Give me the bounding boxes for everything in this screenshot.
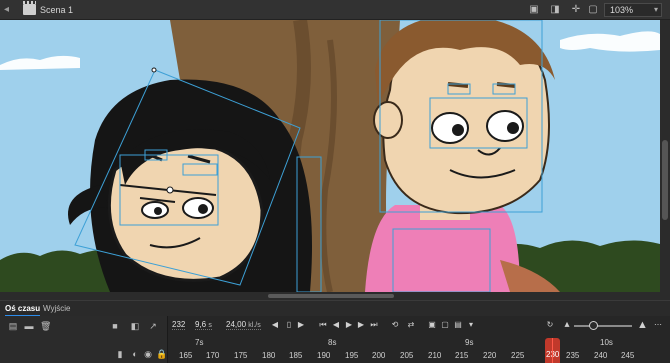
fps-unit: kl./s bbox=[248, 322, 261, 329]
zoom-value: 103% bbox=[610, 5, 634, 15]
fps-value: 24,00 bbox=[226, 320, 247, 329]
onion-options-icon[interactable]: ▾ bbox=[466, 320, 476, 330]
layer-depth-icon[interactable]: ◧ bbox=[130, 321, 140, 331]
fps-field[interactable]: 24,00 kl./s bbox=[226, 320, 261, 330]
fit-icon[interactable]: ▢ bbox=[587, 4, 599, 16]
frame-number: 215 bbox=[455, 351, 469, 360]
second-marker: 10s bbox=[600, 338, 613, 347]
step-forward-icon[interactable]: ▶ bbox=[356, 320, 366, 330]
frame-number: 220 bbox=[483, 351, 497, 360]
edit-multiple-icon[interactable]: ▤ bbox=[453, 320, 463, 330]
frame-number: 240 bbox=[594, 351, 608, 360]
zoom-in-large-icon[interactable]: ▲ bbox=[637, 320, 648, 331]
center-frame-icon[interactable]: ⇄ bbox=[406, 320, 416, 330]
second-marker: 9s bbox=[465, 338, 474, 347]
current-frame-field[interactable]: 232 bbox=[172, 320, 186, 330]
next-keyframe-icon[interactable]: ▶ bbox=[296, 320, 306, 330]
edit-symbols-icon[interactable]: ▣ bbox=[528, 4, 540, 16]
lock-icon[interactable]: 🔒 bbox=[156, 349, 167, 359]
frame-number: 200 bbox=[372, 351, 386, 360]
frame-number: 190 bbox=[317, 351, 331, 360]
second-marker: 7s bbox=[195, 338, 204, 347]
panel-tabs: Oś czasu Wyjście bbox=[0, 300, 670, 317]
new-folder-icon[interactable]: ▬ bbox=[24, 321, 34, 331]
prev-keyframe-icon[interactable]: ◀ bbox=[270, 320, 280, 330]
horizontal-scroll-thumb[interactable] bbox=[268, 294, 394, 298]
tab-output[interactable]: Wyjście bbox=[43, 304, 70, 313]
frame-number: 225 bbox=[511, 351, 525, 360]
timeline-panel: ▤ ▬ 🗑 ■ ◧ ↗ ▮ ◐ ◉ 🔒 232 9,6 s 24,00 kl./… bbox=[0, 316, 670, 363]
first-frame-icon[interactable]: ⏮ bbox=[318, 320, 328, 330]
zoom-dropdown[interactable]: 103% bbox=[604, 3, 662, 17]
elapsed-time-field[interactable]: 9,6 s bbox=[195, 320, 212, 330]
onion-skin-icon[interactable]: ▣ bbox=[427, 320, 437, 330]
onion-outline-icon[interactable]: ▢ bbox=[440, 320, 450, 330]
vertical-scrollbar[interactable] bbox=[660, 20, 670, 292]
highlight-icon[interactable]: ◐ bbox=[130, 349, 140, 359]
timeline-options-icon[interactable]: ⋯ bbox=[653, 320, 663, 330]
frame-ruler[interactable]: 7s 8s 9s 10s 165 170 175 180 185 190 195… bbox=[170, 338, 660, 363]
layer-toolbar: ▤ ▬ 🗑 ■ ◧ ↗ ▮ ◐ ◉ 🔒 bbox=[0, 316, 168, 363]
elapsed-unit: s bbox=[208, 322, 212, 329]
vertical-scroll-thumb[interactable] bbox=[662, 140, 668, 220]
play-icon[interactable]: ▶ bbox=[344, 320, 354, 330]
frame-number: 170 bbox=[206, 351, 220, 360]
frame-number: 165 bbox=[179, 351, 193, 360]
stage-clip-icon[interactable]: ◨ bbox=[549, 4, 561, 16]
scene-name[interactable]: Scena 1 bbox=[40, 5, 73, 15]
delete-layer-icon[interactable]: 🗑 bbox=[40, 321, 51, 331]
tab-timeline[interactable]: Oś czasu bbox=[5, 304, 41, 317]
stage-artwork bbox=[0, 20, 660, 292]
insert-keyframe-icon[interactable]: ▯ bbox=[284, 320, 294, 330]
timeline-zoom-knob[interactable] bbox=[589, 321, 598, 330]
frame-number: 185 bbox=[289, 351, 303, 360]
zoom-out-small-icon[interactable]: ▴ bbox=[562, 320, 572, 330]
playhead-line bbox=[552, 338, 553, 363]
camera-icon[interactable]: ■ bbox=[110, 321, 120, 331]
elapsed-value: 9,6 bbox=[195, 320, 207, 329]
horizontal-scrollbar[interactable] bbox=[0, 292, 670, 300]
graph-icon[interactable]: ↗ bbox=[148, 321, 158, 331]
frame-number: 205 bbox=[400, 351, 414, 360]
center-stage-icon[interactable]: ✛ bbox=[570, 4, 582, 16]
timeline-zoom-slider[interactable] bbox=[574, 321, 632, 330]
back-arrow-icon[interactable]: ◂ bbox=[4, 4, 16, 16]
second-marker: 8s bbox=[328, 338, 337, 347]
scene-bar: ◂ Scena 1 ▣ ◨ ✛ ▢ 103% bbox=[0, 0, 670, 20]
frame-number: 245 bbox=[621, 351, 635, 360]
frame-number: 235 bbox=[566, 351, 580, 360]
stage-canvas[interactable] bbox=[0, 20, 660, 292]
last-frame-icon[interactable]: ⏭ bbox=[369, 320, 379, 330]
outline-toggle-icon[interactable]: ▮ bbox=[115, 349, 125, 359]
clapperboard-icon bbox=[23, 1, 36, 15]
frame-number: 180 bbox=[262, 351, 276, 360]
loop-icon[interactable]: ⟲ bbox=[390, 320, 400, 330]
frame-number: 210 bbox=[428, 351, 442, 360]
step-back-icon[interactable]: ◀ bbox=[331, 320, 341, 330]
visibility-eye-icon[interactable]: ◉ bbox=[143, 349, 153, 359]
frame-number: 195 bbox=[345, 351, 359, 360]
frame-number: 175 bbox=[234, 351, 248, 360]
refresh-icon[interactable]: ↻ bbox=[545, 320, 555, 330]
new-layer-icon[interactable]: ▤ bbox=[8, 321, 18, 331]
